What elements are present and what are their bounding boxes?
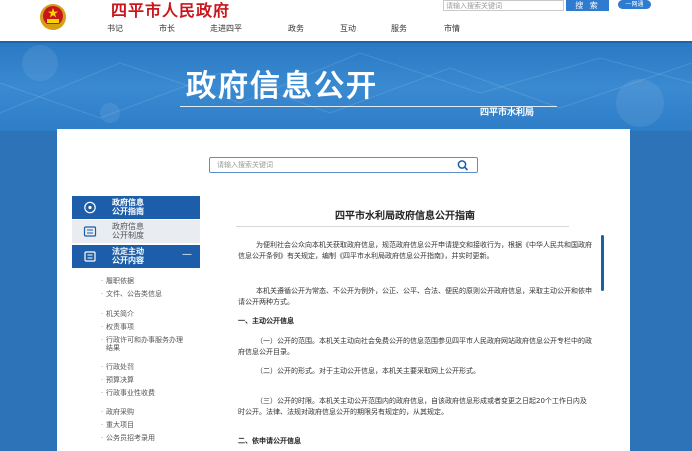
sidebar-tab-statutory-line1: 法定主动 — [112, 247, 144, 256]
sidebar-item-powers-duties[interactable]: 权责事项 — [101, 323, 186, 331]
nav-item-city-info[interactable]: 市情 — [444, 23, 460, 34]
scrollbar-thumb[interactable] — [601, 235, 604, 291]
header-search-button[interactable]: 搜 索 — [566, 0, 609, 11]
sidebar-tab-statutory-content[interactable]: 法定主动 公开内容 — — [72, 245, 200, 268]
sidebar-tab-system-line1: 政府信息 — [112, 222, 144, 231]
sidebar-item-duty-basis[interactable]: 履职依据 — [101, 277, 186, 285]
article-paragraph: （二）公开的形式。对于主动公开信息，本机关主要采取网上公开形式。 — [256, 367, 480, 375]
sidebar-item-penalties[interactable]: 行政处罚 — [101, 363, 186, 371]
sidebar-tab-system[interactable]: 政府信息 公开制度 — [72, 220, 200, 243]
search-box[interactable]: 请输入搜索关键词 — [209, 157, 478, 173]
document-icon — [83, 226, 97, 237]
sidebar-item-civil-servant-recruitment[interactable]: 公务员招考录用 — [101, 434, 186, 442]
nav-item-secretary[interactable]: 书记 — [107, 23, 123, 34]
banner-subtitle: 四平市水利局 — [480, 108, 535, 118]
nav-item-government-affairs[interactable]: 政务 — [288, 23, 304, 34]
sidebar-tab-guide-line1: 政府信息 — [112, 198, 144, 207]
sidebar-item-licensing-results[interactable]: 行政许可和办事服务办理结果 — [101, 336, 186, 352]
main-nav: 书记 市长 走进四平 政务 互动 服务 市情 — [0, 22, 692, 38]
sidebar-tab-statutory-label: 法定主动 公开内容 — [112, 247, 192, 265]
sidebar-item-documents-notices[interactable]: 文件、公告类信息 — [101, 290, 186, 298]
nav-item-services[interactable]: 服务 — [391, 23, 407, 34]
sidebar-tab-guide-line2: 公开指南 — [112, 207, 144, 216]
article-paragraph: 本机关遵循公开为常态、不公开为例外，公正、公平、合法、便民的原则公开政府信息，采… — [238, 287, 592, 306]
article-paragraph: （一）公开的范围。本机关主动向社会免费公开的信息范围参见四平市人民政府网站政府信… — [238, 337, 592, 356]
article-paragraph: 为便利社会公众向本机关获取政府信息，规范政府信息公开申请提交和接收行为，根据《中… — [238, 241, 592, 260]
sidebar-tab-guide[interactable]: 政府信息 公开指南 — [72, 196, 200, 219]
header-search-input[interactable]: 请输入搜索关键词 — [443, 0, 564, 11]
sidebar-item-major-projects[interactable]: 重大项目 — [101, 421, 186, 429]
nav-item-about-siping[interactable]: 走进四平 — [210, 23, 242, 34]
nav-item-mayor[interactable]: 市长 — [159, 23, 175, 34]
sidebar-tab-guide-label: 政府信息 公开指南 — [112, 198, 192, 216]
search-icon[interactable] — [452, 159, 476, 171]
sidebar-item-procurement[interactable]: 政府采购 — [101, 408, 186, 416]
section-heading: 一、主动公开信息 — [238, 317, 294, 325]
compass-icon — [84, 201, 96, 214]
sidebar-tab-statutory-line2: 公开内容 — [112, 256, 144, 265]
sidebar-item-fees[interactable]: 行政事业性收费 — [101, 389, 186, 397]
sidebar-tab-system-label: 政府信息 公开制度 — [112, 222, 192, 240]
site-title[interactable]: 四平市人民政府 — [111, 0, 230, 21]
sidebar-tab-system-line2: 公开制度 — [112, 231, 144, 240]
article: 四平市水利局政府信息公开指南 为便利社会公众向本机关获取政府信息，规范政府信息公… — [206, 196, 604, 451]
nav-item-interaction[interactable]: 互动 — [340, 23, 356, 34]
top-header: 四平市人民政府 请输入搜索关键词 搜 索 一网通 书记 市长 走进四平 政务 互… — [0, 0, 692, 43]
sidebar-item-agency-profile[interactable]: 机关简介 — [101, 310, 186, 318]
one-network-button[interactable]: 一网通 — [618, 0, 651, 9]
search-input[interactable]: 请输入搜索关键词 — [217, 160, 273, 170]
banner: 政府信息公开 四平市水利局 — [0, 43, 692, 131]
article-divider — [236, 226, 569, 227]
sidebar: 政府信息 公开指南 政府信息 公开制度 法定主动 公开内容 — 履职依据 文件、… — [72, 196, 200, 451]
collapse-toggle-icon[interactable]: — — [182, 249, 192, 260]
folder-icon — [84, 251, 96, 262]
article-title: 四平市水利局政府信息公开指南 — [335, 211, 475, 222]
banner-title: 政府信息公开 — [186, 69, 378, 104]
section-heading: 二、依申请公开信息 — [238, 437, 301, 445]
article-paragraph: （三）公开的时限。本机关主动公开范围内的政府信息，自该政府信息形成或者变更之日起… — [238, 397, 587, 416]
sidebar-item-budget[interactable]: 预算决算 — [101, 376, 186, 384]
